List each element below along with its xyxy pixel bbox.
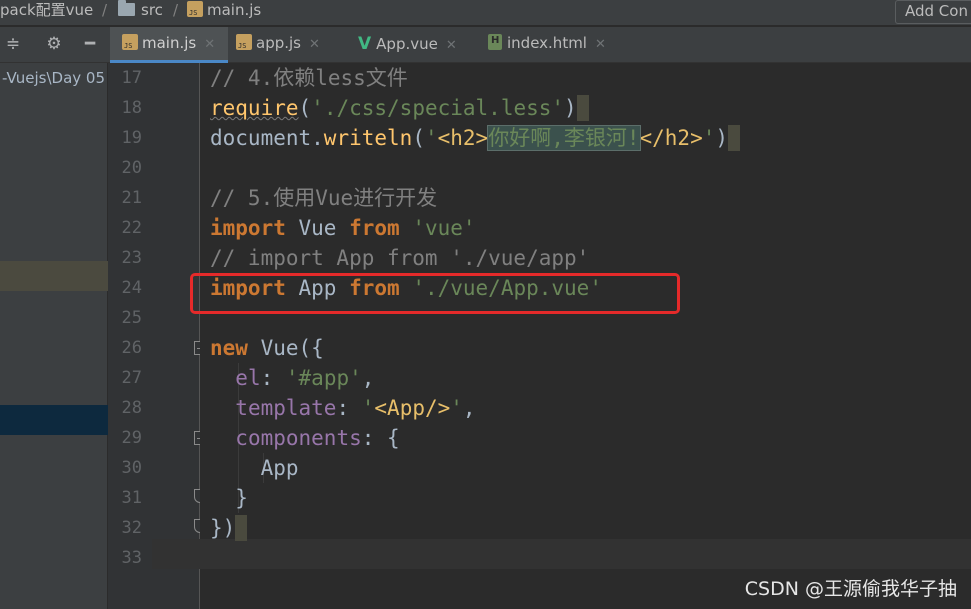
close-icon[interactable]: ✕ <box>204 37 215 52</box>
caret-row-highlight <box>152 539 971 569</box>
code-line: // 5.使用Vue进行开发 <box>210 186 438 210</box>
code-line: components: { <box>235 426 400 450</box>
tab-main-js[interactable]: main.js ✕ <box>110 27 228 63</box>
close-icon[interactable]: ✕ <box>309 37 320 52</box>
line-number: 30 <box>121 458 142 478</box>
code-line: // 4.依赖less文件 <box>210 66 408 90</box>
project-panel: -Vuejs\Day 05 <box>0 63 108 609</box>
tab-index-html[interactable]: index.html ✕ <box>488 27 628 63</box>
add-configuration-button[interactable]: Add Con <box>895 0 971 24</box>
code-editor[interactable]: // 4.依赖less文件 require('./css/special.les… <box>152 63 971 609</box>
collapse-icon[interactable]: ≑ <box>0 27 26 63</box>
line-number: 27 <box>121 368 142 388</box>
watermark: CSDN @王源偷我华子抽 <box>744 578 957 600</box>
tab-app-vue[interactable]: V App.vue ✕ <box>358 27 476 63</box>
breadcrumb-folder-label: src <box>141 1 163 19</box>
line-number: 17 <box>121 68 142 88</box>
line-number: 33 <box>121 548 142 568</box>
vue-file-icon: V <box>358 34 372 54</box>
line-number: 31 <box>121 488 142 508</box>
line-number: 22 <box>121 218 142 238</box>
line-number: 28 <box>121 398 142 418</box>
close-icon[interactable]: ✕ <box>446 38 457 53</box>
navigation-bar: pack配置vue / src / main.js Add Con <box>0 0 971 26</box>
line-number: 19 <box>121 128 142 148</box>
tab-label: index.html <box>507 34 587 52</box>
code-line: import Vue from 'vue' <box>210 216 476 240</box>
line-number: 18 <box>121 98 142 118</box>
tab-label: App.vue <box>376 35 438 53</box>
gear-icon[interactable]: ⚙ <box>41 27 67 63</box>
line-number: 32 <box>121 518 142 538</box>
code-line: App <box>210 456 299 480</box>
html-file-icon <box>488 34 502 50</box>
close-icon[interactable]: ✕ <box>595 37 606 52</box>
code-line: }) <box>210 513 248 543</box>
line-number: 23 <box>121 248 142 268</box>
breadcrumb-file-label: main.js <box>207 1 262 19</box>
folder-icon <box>118 0 135 16</box>
js-file-icon <box>122 34 138 50</box>
editor-tab-bar: ≑ ⚙ ━ main.js ✕ app.js ✕ VApp.vue ✕ index.h… <box>0 27 971 63</box>
code-line: new Vue({ <box>210 336 324 360</box>
project-tree-row-selected[interactable] <box>0 405 108 435</box>
project-path[interactable]: -Vuejs\Day 05 <box>2 69 105 87</box>
line-number: 24 <box>121 278 142 298</box>
line-number: 25 <box>121 308 142 328</box>
line-number: 26 <box>121 338 142 358</box>
breadcrumb-folder[interactable]: src <box>118 0 163 24</box>
breadcrumb-separator: / <box>173 1 179 19</box>
line-number: 20 <box>121 158 142 178</box>
tab-label: main.js <box>142 34 197 52</box>
tab-app-js[interactable]: app.js ✕ <box>236 27 342 63</box>
breadcrumb-file[interactable]: main.js <box>187 0 261 24</box>
code-line: template: '<App/>', <box>235 396 476 420</box>
minus-icon[interactable]: ━ <box>77 27 103 63</box>
code-line: } <box>210 486 248 510</box>
code-line: document.writeln('<h2>你好啊,李银河!</h2>') <box>210 123 741 153</box>
tab-label: app.js <box>256 34 301 52</box>
annotation-highlight-box <box>190 273 680 314</box>
js-file-icon <box>187 1 203 17</box>
code-line: el: '#app', <box>235 366 375 390</box>
js-file-icon <box>236 34 252 50</box>
line-number-gutter: 17 18 19 20 21 22 23 24 25 26 27 28 29 3… <box>108 63 206 609</box>
breadcrumb-separator: / <box>102 1 108 19</box>
line-number: 21 <box>121 188 142 208</box>
breadcrumb-project[interactable]: pack配置vue <box>0 0 93 24</box>
code-line: require('./css/special.less') <box>210 93 589 123</box>
project-tree-row[interactable] <box>0 261 108 291</box>
code-line: // import App from './vue/app' <box>210 246 590 270</box>
line-number: 29 <box>121 428 142 448</box>
